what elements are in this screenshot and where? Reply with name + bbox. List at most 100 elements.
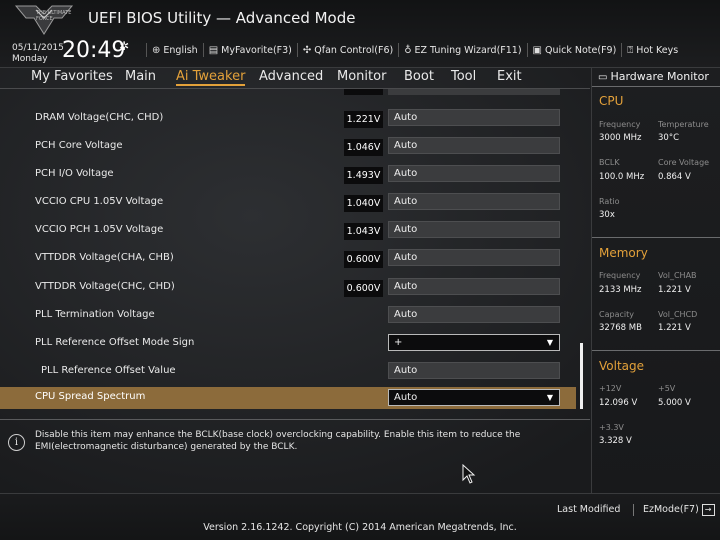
favorite-icon: ▤ bbox=[208, 44, 219, 56]
value-dropdown[interactable]: + ▼ bbox=[388, 334, 560, 351]
cpu-frequency-value: 3000 MHz bbox=[599, 133, 642, 143]
hot-keys-button[interactable]: ⍰ Hot Keys bbox=[621, 43, 683, 57]
v33-label: +3.3V bbox=[599, 423, 624, 432]
hot-keys-label: Hot Keys bbox=[636, 44, 679, 56]
current-value: 0.600V bbox=[344, 280, 383, 297]
scrolled-current-value bbox=[344, 89, 383, 95]
info-icon: i bbox=[8, 434, 25, 451]
tab-tool[interactable]: Tool bbox=[451, 69, 476, 84]
current-value: 1.493V bbox=[344, 167, 383, 184]
setting-label: CPU Spread Spectrum bbox=[35, 391, 146, 402]
help-text: Disable this item may enhance the BCLK(b… bbox=[35, 430, 521, 452]
setting-row-pll-reference-offset-value[interactable]: PLL Reference Offset Value Auto bbox=[0, 360, 576, 384]
value-input[interactable]: Auto bbox=[388, 221, 560, 238]
setting-label: PCH I/O Voltage bbox=[35, 168, 114, 179]
setting-row-pch-io-voltage[interactable]: PCH I/O Voltage 1.493V Auto bbox=[0, 163, 576, 187]
dropdown-value: + bbox=[394, 337, 403, 348]
day-text: Monday bbox=[12, 54, 48, 64]
globe-icon: ⊕ bbox=[152, 44, 161, 56]
memory-heading: Memory bbox=[599, 246, 648, 260]
vol-chcd-label: Vol_CHCD bbox=[658, 310, 698, 319]
ez-tuning-label: EZ Tuning Wizard(F11) bbox=[414, 44, 522, 56]
setting-label: PLL Termination Voltage bbox=[35, 309, 155, 320]
current-value: 0.600V bbox=[344, 251, 383, 268]
setting-label: VTTDDR Voltage(CHA, CHB) bbox=[35, 252, 174, 263]
time-display[interactable]: 20:49 bbox=[62, 38, 125, 63]
value-input[interactable]: Auto bbox=[388, 249, 560, 266]
v12-label: +12V bbox=[599, 384, 622, 393]
capacity-label: Capacity bbox=[599, 310, 634, 319]
help-panel: i Disable this item may enhance the BCLK… bbox=[0, 419, 590, 493]
setting-row-pch-core-voltage[interactable]: PCH Core Voltage 1.046V Auto bbox=[0, 135, 576, 159]
value-input[interactable]: Auto bbox=[388, 165, 560, 182]
tab-boot[interactable]: Boot bbox=[404, 69, 434, 84]
ezmode-button[interactable]: EzMode(F7) → bbox=[643, 504, 715, 516]
note-icon: ▣ bbox=[532, 44, 542, 56]
setting-row-vttddr-voltage-chc-chd[interactable]: VTTDDR Voltage(CHC, CHD) 0.600V Auto bbox=[0, 276, 576, 300]
current-value: 1.046V bbox=[344, 139, 383, 156]
cpu-frequency-label: Frequency bbox=[599, 120, 641, 129]
value-input[interactable]: Auto bbox=[388, 193, 560, 210]
date-display[interactable]: 05/11/2015 Monday bbox=[12, 43, 64, 65]
setting-label: VTTDDR Voltage(CHC, CHD) bbox=[35, 281, 175, 292]
core-voltage-label: Core Voltage bbox=[658, 158, 710, 167]
hardware-monitor-label: Hardware Monitor bbox=[610, 70, 709, 83]
tab-main[interactable]: Main bbox=[125, 69, 156, 84]
footer-bar: Last Modified EzMode(F7) → Version 2.16.1… bbox=[0, 493, 720, 540]
scrollbar[interactable] bbox=[580, 343, 583, 409]
setting-label: PLL Reference Offset Value bbox=[41, 365, 176, 376]
setting-row-vccio-pch-voltage[interactable]: VCCIO PCH 1.05V Voltage 1.043V Auto bbox=[0, 219, 576, 243]
vol-chab-value: 1.221 V bbox=[658, 285, 691, 295]
qfan-label: Qfan Control(F6) bbox=[314, 44, 394, 56]
myfavorite-button[interactable]: ▤ MyFavorite(F3) bbox=[202, 43, 297, 57]
core-voltage-value: 0.864 V bbox=[658, 172, 691, 182]
value-input[interactable]: Auto bbox=[388, 137, 560, 154]
value-input[interactable]: Auto bbox=[388, 278, 560, 295]
value-input[interactable]: Auto bbox=[388, 109, 560, 126]
version-text: Version 2.16.1242. Copyright (C) 2014 Am… bbox=[203, 522, 517, 533]
divider bbox=[592, 350, 720, 351]
qfan-control-button[interactable]: ✣ Qfan Control(F6) bbox=[296, 43, 398, 57]
ratio-value: 30x bbox=[599, 210, 615, 220]
ez-tuning-wizard-button[interactable]: ♁ EZ Tuning Wizard(F11) bbox=[398, 43, 526, 57]
chevron-down-icon: ▼ bbox=[546, 393, 553, 402]
tab-monitor[interactable]: Monitor bbox=[337, 69, 386, 84]
setting-label: PLL Reference Offset Mode Sign bbox=[35, 337, 195, 348]
toolbar: ⊕ English ▤ MyFavorite(F3) ✣ Qfan Contro… bbox=[146, 43, 683, 57]
voltage-heading: Voltage bbox=[599, 359, 645, 373]
bulb-icon: ♁ bbox=[404, 44, 412, 56]
chevron-down-icon: ▼ bbox=[546, 338, 553, 347]
memory-frequency-value: 2133 MHz bbox=[599, 285, 642, 295]
setting-row-pll-reference-offset-mode-sign[interactable]: PLL Reference Offset Mode Sign + ▼ bbox=[0, 332, 576, 356]
tab-ai-tweaker[interactable]: Ai Tweaker bbox=[176, 69, 246, 86]
fan-icon: ✣ bbox=[302, 44, 312, 56]
value-input[interactable]: Auto bbox=[388, 306, 560, 323]
setting-row-vccio-cpu-voltage[interactable]: VCCIO CPU 1.05V Voltage 1.040V Auto bbox=[0, 191, 576, 215]
tab-advanced[interactable]: Advanced bbox=[259, 69, 323, 84]
help-icon: ⍰ bbox=[627, 44, 634, 56]
language-button[interactable]: ⊕ English bbox=[146, 43, 203, 57]
setting-row-pll-termination-voltage[interactable]: PLL Termination Voltage Auto bbox=[0, 304, 576, 328]
quick-note-button[interactable]: ▣ Quick Note(F9) bbox=[526, 43, 622, 57]
window-title: UEFI BIOS Utility — Advanced Mode bbox=[88, 9, 356, 27]
value-dropdown[interactable]: Auto ▼ bbox=[388, 389, 560, 406]
divider bbox=[592, 86, 720, 87]
v12-value: 12.096 V bbox=[599, 398, 638, 408]
setting-label: PCH Core Voltage bbox=[35, 140, 123, 151]
current-value: 1.043V bbox=[344, 223, 383, 240]
setting-row-cpu-spread-spectrum[interactable]: CPU Spread Spectrum Auto ▼ bbox=[0, 387, 576, 409]
value-input[interactable]: Auto bbox=[388, 362, 560, 379]
last-modified-button[interactable]: Last Modified bbox=[557, 504, 620, 515]
gear-icon[interactable]: ✲ bbox=[119, 39, 129, 53]
tab-exit[interactable]: Exit bbox=[497, 69, 522, 84]
hardware-monitor-title: ▭ Hardware Monitor bbox=[592, 68, 720, 86]
setting-row-vttddr-voltage-cha-chb[interactable]: VTTDDR Voltage(CHA, CHB) 0.600V Auto bbox=[0, 247, 576, 271]
myfavorite-label: MyFavorite(F3) bbox=[221, 44, 292, 56]
monitor-icon: ▭ bbox=[598, 72, 608, 83]
tab-my-favorites[interactable]: My Favorites bbox=[31, 69, 113, 84]
v5-value: 5.000 V bbox=[658, 398, 691, 408]
setting-row-dram-voltage-chc-chd[interactable]: DRAM Voltage(CHC, CHD) 1.221V Auto bbox=[0, 107, 576, 131]
bclk-label: BCLK bbox=[599, 158, 620, 167]
divider bbox=[592, 237, 720, 238]
mouse-cursor-icon bbox=[462, 464, 476, 484]
